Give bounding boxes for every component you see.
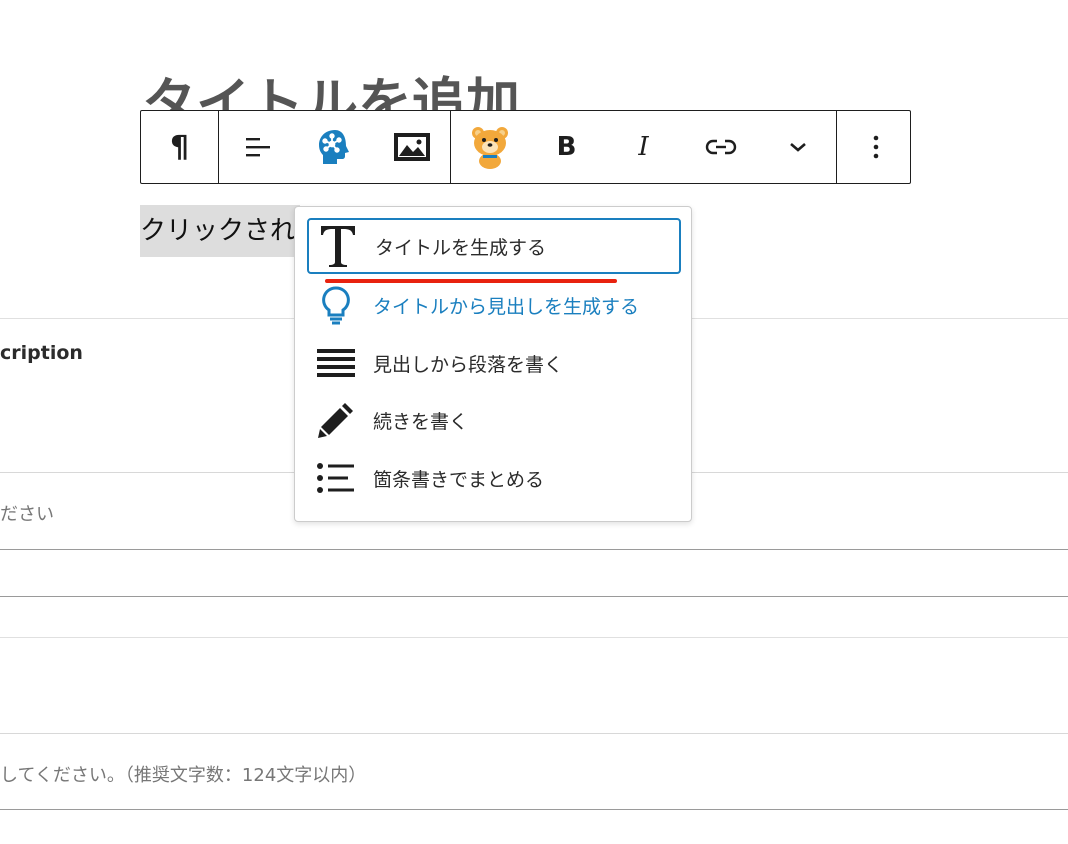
menu-item-summarize-bullets[interactable]: 箇条書きでまとめる	[307, 450, 681, 506]
toolbar-group-format: B I	[451, 111, 837, 183]
menu-item-continue-writing[interactable]: 続きを書く	[307, 392, 681, 448]
paragraph-icon: ¶	[169, 129, 190, 165]
chevron-down-icon	[789, 143, 806, 152]
pencil-icon	[313, 397, 359, 443]
title-T-icon	[315, 223, 361, 269]
toolbar-group-tools	[219, 111, 451, 183]
align-button[interactable]	[219, 111, 296, 183]
block-toolbar: ¶ B I	[140, 110, 911, 184]
menu-item-label: タイトルを生成する	[375, 236, 547, 259]
menu-item-label: 続きを書く	[373, 410, 469, 433]
selected-paragraph[interactable]: クリックされ	[140, 205, 300, 257]
ai-brain-icon	[318, 130, 349, 164]
bear-mascot-icon	[471, 127, 508, 169]
menu-item-label: タイトルから見出しを生成する	[373, 295, 640, 318]
lightbulb-icon	[313, 282, 359, 328]
menu-item-label: 見出しから段落を書く	[373, 353, 564, 376]
image-icon	[393, 133, 430, 161]
menu-item-generate-title[interactable]: タイトルを生成する	[307, 218, 681, 283]
field-underline	[0, 549, 1068, 550]
field-underline	[0, 596, 1068, 597]
bold-icon: B	[556, 132, 577, 162]
paragraph-button[interactable]: ¶	[141, 111, 218, 183]
bear-mascot-button[interactable]	[451, 111, 528, 183]
italic-icon: I	[638, 132, 649, 162]
field-underline	[0, 809, 1068, 810]
menu-item-label: 箇条書きでまとめる	[373, 468, 545, 491]
align-left-icon	[245, 138, 270, 157]
image-button[interactable]	[373, 111, 450, 183]
toolbar-group-block: ¶	[141, 111, 219, 183]
ai-brain-button[interactable]	[296, 111, 373, 183]
divider	[0, 637, 1068, 638]
more-formats-button[interactable]	[759, 111, 836, 183]
field-placeholder[interactable]: ださい	[0, 500, 54, 526]
link-button[interactable]	[682, 111, 759, 183]
bold-button[interactable]: B	[528, 111, 605, 183]
vertical-ellipsis-icon	[873, 135, 878, 159]
divider	[0, 733, 1068, 734]
lines-icon	[313, 340, 359, 386]
link-icon	[705, 139, 736, 155]
italic-button[interactable]: I	[605, 111, 682, 183]
list-icon	[313, 455, 359, 501]
ai-actions-menu: タイトルを生成する タイトルから見出しを生成する 見出しから段落を書く 続きを書…	[294, 206, 692, 522]
menu-item-write-paragraphs[interactable]: 見出しから段落を書く	[307, 335, 681, 391]
menu-item-generate-headings[interactable]: タイトルから見出しを生成する	[307, 277, 681, 333]
toolbar-group-options	[837, 111, 914, 183]
description-label: cription	[0, 342, 83, 364]
post-title[interactable]: タイトルを追加	[142, 62, 520, 112]
description-placeholder[interactable]: してください。（推奨文字数：124文字以内）	[0, 761, 366, 787]
options-button[interactable]	[837, 111, 914, 183]
